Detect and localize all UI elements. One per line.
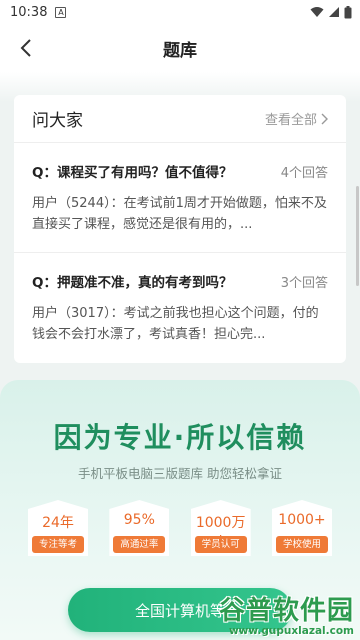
promo-subtitle: 手机平板电脑三版题库 助您轻松拿证 (78, 466, 282, 481)
promo-slogan: 因为专业·所以信赖 (53, 421, 307, 454)
badge-value: 1000+ (278, 512, 326, 528)
badge-students: 1000万+ 学员认可 (190, 500, 251, 556)
wifi-icon (310, 7, 324, 17)
scrollbar-thumb[interactable] (356, 186, 359, 286)
page-title: 题库 (163, 40, 197, 61)
badge-pass-rate: 95% 高通过率 (109, 500, 170, 556)
chevron-left-icon (20, 39, 31, 57)
status-bar: 10:38 A (0, 0, 360, 24)
answer-count: 4个回答 (280, 165, 328, 181)
status-time: 10:38 (10, 4, 48, 20)
badge-label: 学校使用 (275, 536, 328, 553)
back-button[interactable] (14, 36, 38, 60)
watermark-logo: 谷普软件园 (218, 596, 354, 626)
status-icons (310, 5, 352, 19)
notification-icon: A (55, 6, 67, 18)
badge-label: 专注等考 (32, 536, 84, 553)
badge-value: 24年 (42, 515, 74, 531)
question-text: Q：押题准不准，真的有考到吗？ (32, 275, 233, 291)
watermark-url: www.gupuxlazal.com (228, 625, 354, 637)
stats-badges: 24年 专注等考 95% 高通过率 1000万+ 学员认可 1000+ 学校使用 (28, 500, 332, 556)
chevron-right-icon (321, 113, 328, 124)
badge-schools: 1000+ 学校使用 (271, 500, 332, 556)
question-item[interactable]: Q：课程买了有用吗？值不值得？ 4个回答 用户（5244）：在考试前1周才开始做… (14, 143, 346, 253)
site-watermark: 谷普软件园 www.gupuxlazal.com (154, 597, 354, 637)
badge-label: 学员认可 (194, 536, 247, 553)
badge-years: 24年 专注等考 (28, 500, 88, 556)
signal-icon (329, 7, 339, 17)
battery-icon (344, 5, 352, 18)
ask-everyone-card: 问大家 查看全部 Q：课程买了有用吗？值不值得？ 4个回答 用户（5244）：在… (14, 95, 346, 363)
header: 题库 (0, 24, 360, 72)
question-item[interactable]: Q：押题准不准，真的有考到吗？ 3个回答 用户（3017）：考试之前我也担心这个… (14, 253, 346, 363)
badge-value: 95% (123, 512, 155, 528)
card-header: 问大家 查看全部 (14, 95, 346, 143)
view-all-label: 查看全部 (264, 113, 317, 128)
answer-count: 3个回答 (280, 275, 328, 291)
question-text: Q：课程买了有用吗？值不值得？ (32, 165, 233, 181)
badge-label: 高通过率 (113, 536, 166, 553)
answer-preview: 用户（3017）：考试之前我也担心这个问题，付的钱会不会打水漂了，考试真香！担心… (32, 306, 319, 342)
card-title: 问大家 (32, 111, 83, 131)
answer-preview: 用户（5244）：在考试前1周才开始做题，怕来不及直接买了课程，感觉还是很有用的… (32, 196, 327, 232)
view-all-link[interactable]: 查看全部 (265, 109, 328, 128)
